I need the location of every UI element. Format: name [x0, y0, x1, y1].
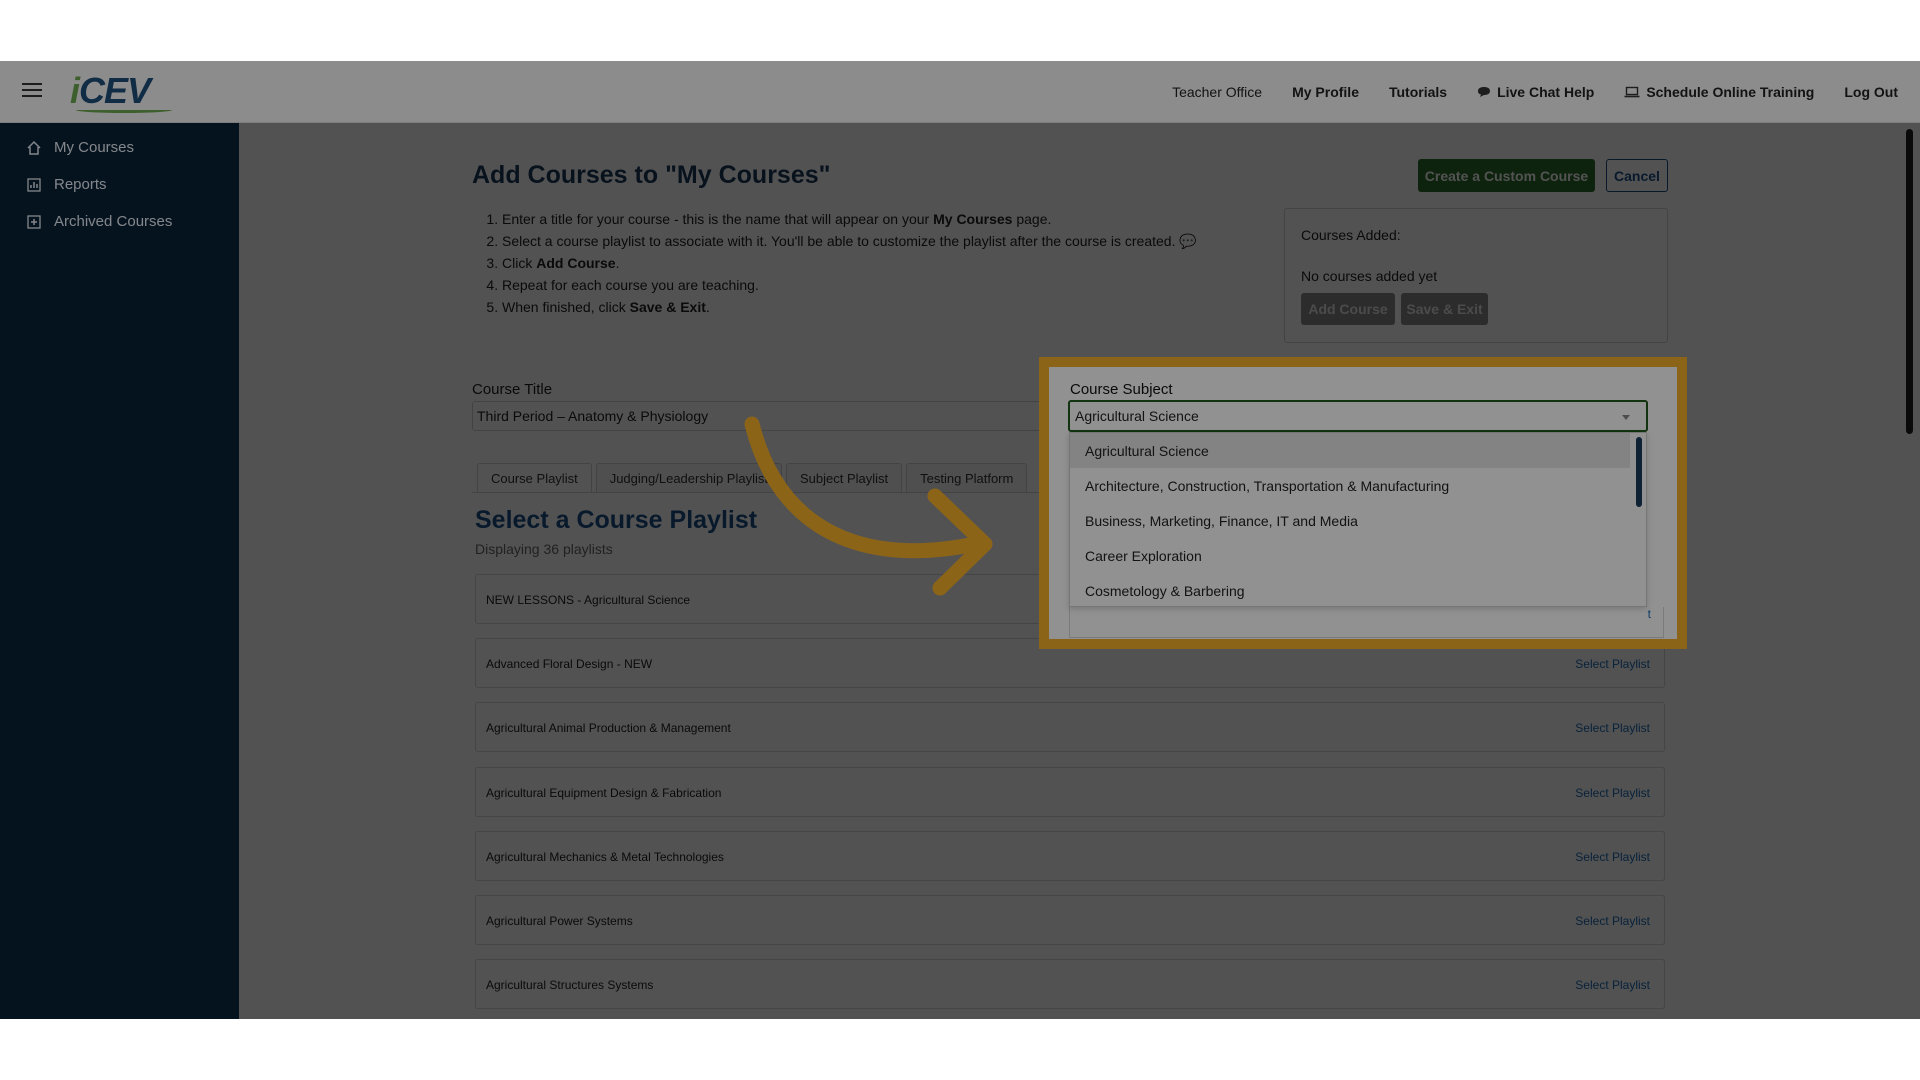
- playlist-name: Advanced Floral Design - NEW: [486, 657, 653, 671]
- playlist-row[interactable]: Agricultural Animal Production & Managem…: [475, 702, 1665, 752]
- playlist-row[interactable]: Agricultural Equipment Design & Fabricat…: [475, 767, 1665, 817]
- tab-course-playlist[interactable]: Course Playlist: [477, 463, 592, 493]
- nav-tutorials[interactable]: Tutorials: [1389, 84, 1447, 100]
- add-course-button[interactable]: Add Course: [1301, 293, 1395, 325]
- sidebar-item-archived-courses[interactable]: Archived Courses: [0, 203, 239, 240]
- select-playlist-link[interactable]: Select Playlist: [1575, 786, 1650, 800]
- chat-bubble-icon[interactable]: 💬: [1179, 233, 1196, 249]
- subject-option[interactable]: Architecture, Construction, Transportati…: [1070, 468, 1630, 503]
- select-playlist-link[interactable]: Select Playlist: [1575, 850, 1650, 864]
- nav-label: Live Chat Help: [1497, 84, 1595, 100]
- select-playlist-link[interactable]: Select Playlist: [1575, 657, 1650, 671]
- playlist-row[interactable]: Agricultural Structures Systems Select Pl…: [475, 959, 1665, 1009]
- archive-icon: [26, 214, 42, 230]
- select-playlist-heading: Select a Course Playlist: [475, 506, 758, 534]
- playlist-name: Agricultural Animal Production & Managem…: [486, 721, 731, 735]
- icev-logo[interactable]: iCEV: [70, 70, 172, 113]
- course-subject-dropdown: Agricultural Science Architecture, Const…: [1069, 432, 1647, 607]
- top-header: iCEV Teacher Office My Profile Tutorials Li…: [0, 61, 1920, 123]
- sidebar-item-my-courses[interactable]: My Courses: [0, 129, 239, 166]
- hamburger-menu-icon[interactable]: [22, 83, 42, 99]
- course-subject-label: Course Subject: [1070, 381, 1173, 398]
- top-nav: Teacher Office My Profile Tutorials Live Ch…: [1172, 61, 1898, 123]
- annotation-arrow-icon: [744, 416, 993, 596]
- playlist-name: Agricultural Power Systems: [486, 914, 633, 928]
- step-1: Enter a title for your course - this is …: [502, 208, 1197, 230]
- playlist-count: Displaying 36 playlists: [475, 541, 613, 557]
- app-frame: Add Courses to "My Courses" Enter a titl…: [0, 61, 1920, 1019]
- subject-option[interactable]: Agricultural Science: [1070, 433, 1630, 468]
- subject-option[interactable]: Cosmetology & Barbering: [1070, 573, 1630, 606]
- playlist-row[interactable]: Agricultural Power Systems Select Playlis…: [475, 895, 1665, 945]
- nav-log-out[interactable]: Log Out: [1844, 84, 1898, 100]
- dropdown-scrollbar[interactable]: [1636, 437, 1642, 507]
- cancel-button[interactable]: Cancel: [1606, 159, 1668, 192]
- chart-icon: [26, 177, 42, 193]
- nav-schedule-online-training[interactable]: Schedule Online Training: [1624, 84, 1814, 100]
- chat-bubble-icon: [1477, 86, 1491, 98]
- logo-swoosh-icon: [76, 107, 172, 113]
- logo-text: iCEV: [70, 70, 151, 111]
- playlist-name: NEW LESSONS - Agricultural Science: [486, 593, 691, 607]
- playlist-row[interactable]: Agricultural Mechanics & Metal Technolog…: [475, 831, 1665, 881]
- step-2: Select a course playlist to associate wi…: [502, 230, 1197, 252]
- sidebar: My Courses Reports Archived Courses: [0, 123, 239, 1019]
- step-3: Click Add Course.: [502, 252, 1197, 274]
- playlist-name: Agricultural Mechanics & Metal Technolog…: [486, 850, 724, 864]
- sidebar-item-label: Reports: [54, 176, 107, 193]
- page-title: Add Courses to "My Courses": [472, 161, 831, 189]
- nav-my-profile[interactable]: My Profile: [1292, 84, 1359, 100]
- nav-live-chat-help[interactable]: Live Chat Help: [1477, 84, 1594, 100]
- playlist-row-peek: t: [1069, 607, 1664, 638]
- courses-added-title: Courses Added:: [1301, 227, 1401, 243]
- sidebar-item-reports[interactable]: Reports: [0, 166, 239, 203]
- subject-option[interactable]: Career Exploration: [1070, 538, 1630, 573]
- nav-label: Tutorials: [1388, 84, 1448, 100]
- subject-option[interactable]: Business, Marketing, Finance, IT and Med…: [1070, 503, 1630, 538]
- select-playlist-link[interactable]: Select Playlist: [1575, 978, 1650, 992]
- sidebar-item-label: My Courses: [54, 139, 135, 156]
- no-courses-text: No courses added yet: [1301, 268, 1438, 284]
- chevron-down-icon: [1622, 415, 1630, 420]
- course-subject-value: Agricultural Science: [1075, 408, 1199, 424]
- nav-label: Schedule Online Training: [1646, 84, 1815, 100]
- select-playlist-link[interactable]: Select Playlist: [1575, 914, 1650, 928]
- instructions-list: Enter a title for your course - this is …: [486, 208, 1197, 318]
- select-playlist-link-peek[interactable]: t: [1648, 607, 1651, 621]
- step-5: When finished, click Save & Exit.: [502, 296, 1197, 318]
- nav-label: Teacher Office: [1172, 84, 1263, 100]
- course-subject-select[interactable]: Agricultural Science: [1068, 400, 1648, 432]
- playlist-name: Agricultural Equipment Design & Fabricat…: [486, 786, 722, 800]
- page-scrollbar[interactable]: [1906, 129, 1913, 434]
- save-exit-button[interactable]: Save & Exit: [1401, 293, 1488, 325]
- home-icon: [26, 140, 42, 156]
- create-custom-course-button[interactable]: Create a Custom Course: [1418, 159, 1595, 192]
- nav-label: Log Out: [1844, 84, 1898, 100]
- laptop-icon: [1624, 86, 1640, 98]
- course-title-label: Course Title: [472, 381, 553, 398]
- sidebar-item-label: Archived Courses: [54, 213, 173, 230]
- courses-added-panel: Courses Added: No courses added yet Add …: [1284, 208, 1668, 343]
- nav-teacher-office[interactable]: Teacher Office: [1172, 84, 1262, 100]
- nav-label: My Profile: [1292, 84, 1359, 100]
- step-4: Repeat for each course you are teaching.: [502, 274, 1197, 296]
- playlist-name: Agricultural Structures Systems: [486, 978, 654, 992]
- select-playlist-link[interactable]: Select Playlist: [1575, 721, 1650, 735]
